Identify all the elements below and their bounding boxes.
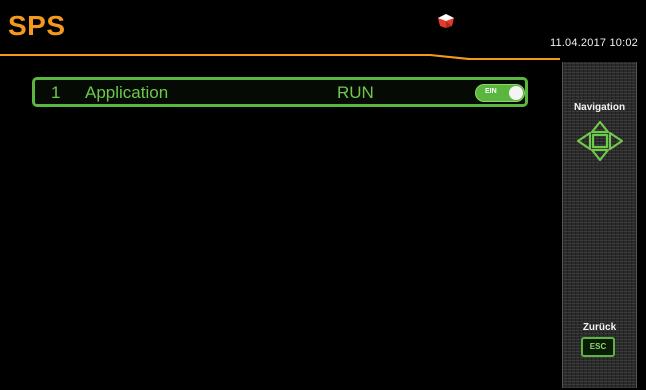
- back-label: Zurück: [582, 322, 617, 333]
- application-row[interactable]: 1 Application RUN EIN: [32, 77, 528, 107]
- toggle-label: EIN: [485, 88, 497, 95]
- page-title: SPS: [8, 10, 66, 41]
- header-divider: [0, 54, 560, 60]
- header-bar: SPS 11.04.2017 10:02: [0, 0, 646, 60]
- esc-button[interactable]: ESC: [581, 337, 615, 357]
- direction-pad-icon[interactable]: [576, 120, 624, 162]
- sidebar: Navigation Zurück ESC: [562, 62, 637, 388]
- run-toggle[interactable]: EIN: [475, 84, 525, 102]
- navigation-label: Navigation: [573, 102, 626, 113]
- esc-label: ESC: [589, 342, 607, 351]
- alert-shield-icon: [438, 14, 454, 28]
- date-time: 11.04.2017 10:02: [549, 37, 638, 49]
- toggle-knob: [509, 86, 523, 100]
- application-state: RUN: [337, 83, 374, 102]
- application-name: Application: [85, 83, 169, 102]
- application-index: 1: [51, 83, 61, 102]
